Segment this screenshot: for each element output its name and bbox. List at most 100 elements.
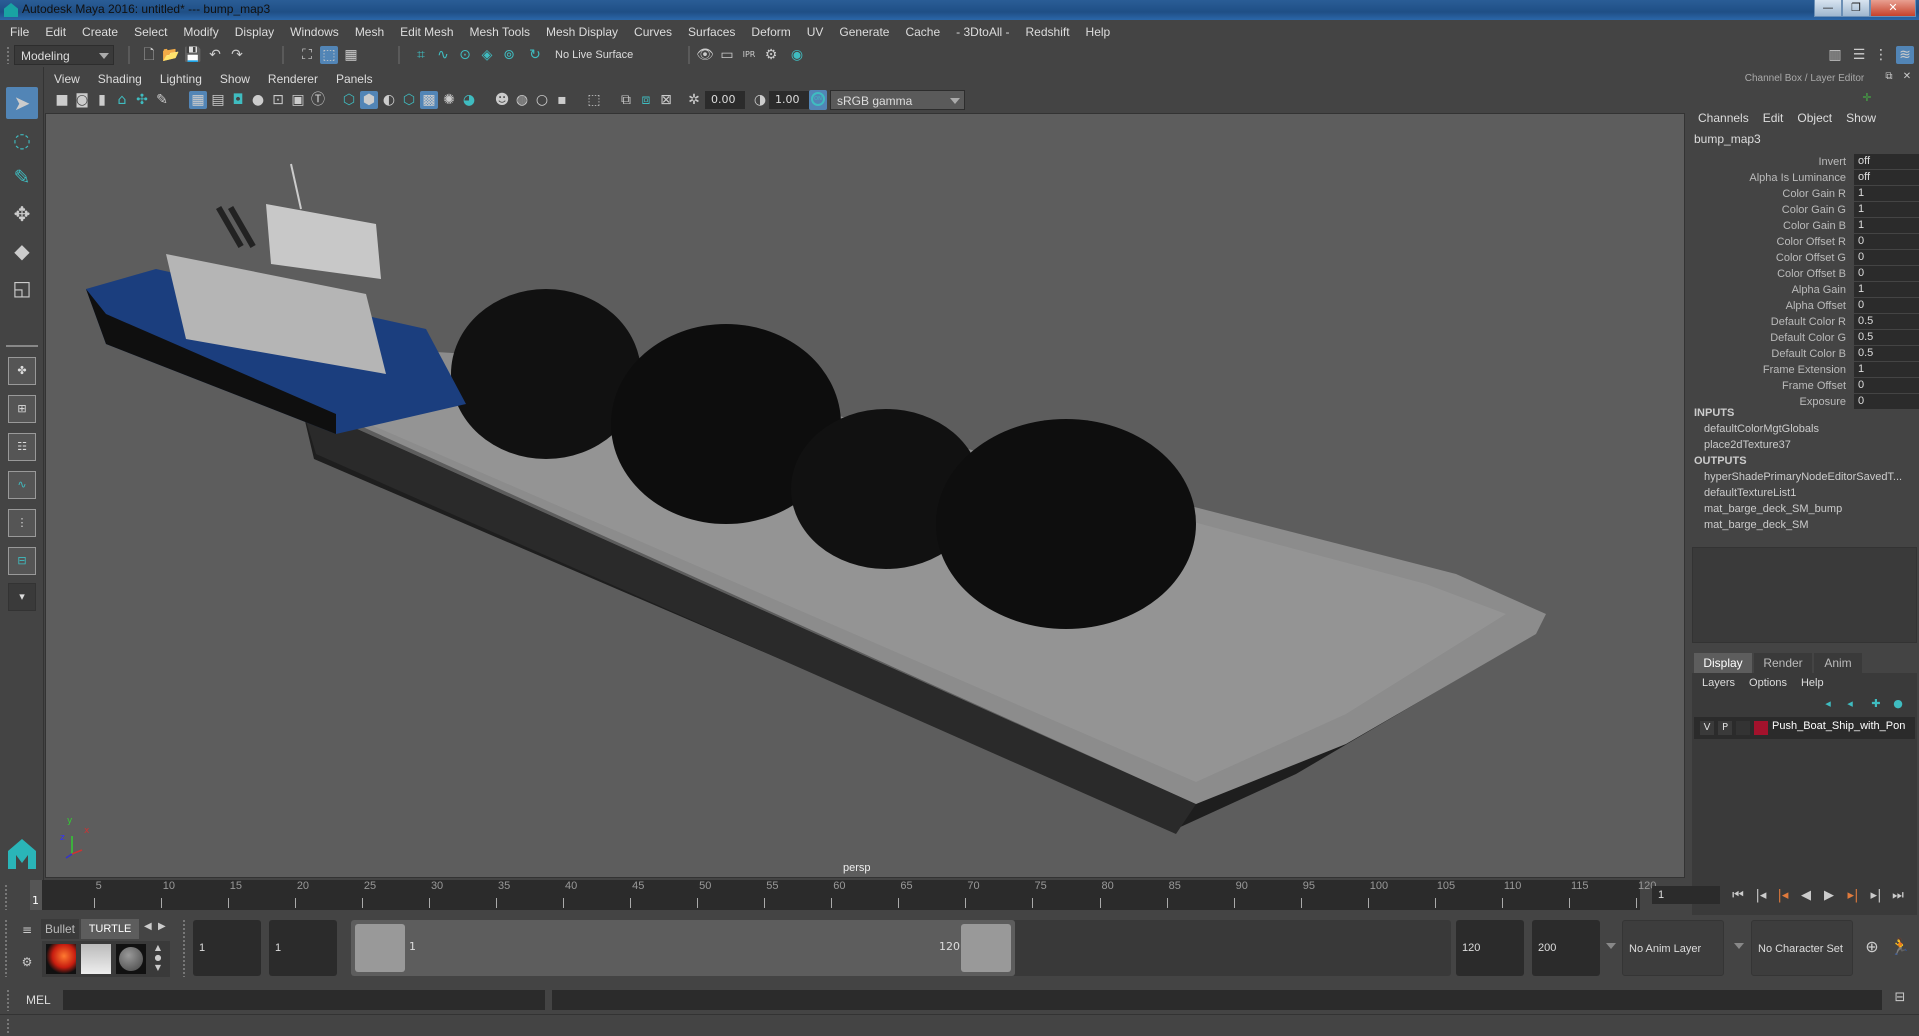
turtle-render-shelf-button[interactable] xyxy=(46,944,76,974)
new-layer-selected-icon[interactable]: ● xyxy=(1890,695,1906,711)
grip-handle[interactable] xyxy=(4,919,8,977)
go-to-end-icon[interactable]: ⏭ xyxy=(1889,887,1907,905)
close-button[interactable]: ✕ xyxy=(1870,0,1916,17)
script-editor-icon[interactable]: ⊟ xyxy=(1890,990,1910,1010)
tool-settings-icon[interactable]: ⋮ xyxy=(1872,46,1890,64)
menu-surfaces[interactable]: Surfaces xyxy=(680,21,743,43)
grip-handle[interactable] xyxy=(6,1018,10,1034)
safe-title-icon[interactable]: Ⓣ xyxy=(309,91,327,109)
attribute-value[interactable]: off xyxy=(1854,170,1919,185)
menu-file[interactable]: File xyxy=(0,21,37,43)
playback-start-field[interactable]: 1 xyxy=(269,920,337,976)
output-node[interactable]: defaultTextureList1 xyxy=(1704,487,1796,499)
grip-handle[interactable] xyxy=(6,46,10,64)
layer-color-swatch[interactable] xyxy=(1754,721,1768,735)
attribute-value[interactable]: 0.5 xyxy=(1854,346,1919,361)
attribute-row[interactable]: Color Offset R 0 xyxy=(1690,234,1919,250)
attribute-label[interactable]: Exposure xyxy=(1800,394,1846,410)
output-node[interactable]: mat_barge_deck_SM xyxy=(1704,519,1809,531)
single-pane-layout-button[interactable]: ✤ xyxy=(8,357,36,385)
new-scene-icon[interactable]: 🗋 xyxy=(140,46,158,64)
step-forward-frame-icon[interactable]: ▸| xyxy=(1867,887,1885,905)
attribute-value[interactable]: 1 xyxy=(1854,218,1919,233)
command-language-label[interactable]: MEL xyxy=(26,993,51,1007)
grease-pencil-icon[interactable]: ✎ xyxy=(153,91,171,109)
render-settings-icon[interactable]: ⚙ xyxy=(762,46,780,64)
attribute-row[interactable]: Alpha Gain 1 xyxy=(1690,282,1919,298)
float-panel-icon[interactable]: ⧉ xyxy=(1882,70,1896,84)
command-input[interactable] xyxy=(63,990,545,1010)
playback-end-field[interactable]: 120 xyxy=(1456,920,1524,976)
auto-key-icon[interactable]: ⊕ xyxy=(1862,937,1882,957)
range-end-handle[interactable] xyxy=(961,924,1011,972)
attribute-value[interactable]: 1 xyxy=(1854,202,1919,217)
layer-name[interactable]: Push_Boat_Ship_with_Pon xyxy=(1772,720,1905,732)
attribute-row[interactable]: Default Color B 0.5 xyxy=(1690,346,1919,362)
attribute-label[interactable]: Color Gain R xyxy=(1782,186,1846,202)
tab-display[interactable]: Display xyxy=(1694,653,1752,673)
attribute-value[interactable]: 0.5 xyxy=(1854,314,1919,329)
object-menu[interactable]: Object xyxy=(1797,111,1832,125)
attribute-label[interactable]: Alpha Is Luminance xyxy=(1749,170,1846,186)
bookmark-icon[interactable]: ▮ xyxy=(93,91,111,109)
snap-live-icon[interactable]: ⊚ xyxy=(500,46,518,64)
shelf-scroll-left-icon[interactable]: ◀ xyxy=(144,921,152,932)
attribute-row[interactable]: Color Gain B 1 xyxy=(1690,218,1919,234)
film-gate-icon[interactable]: ▤ xyxy=(209,91,227,109)
go-to-start-icon[interactable]: ⏮ xyxy=(1729,887,1747,905)
modeling-toolkit-icon[interactable]: ▥ xyxy=(1826,46,1844,64)
attribute-label[interactable]: Color Offset R xyxy=(1777,234,1847,250)
exposure-field[interactable]: 0.00 xyxy=(705,91,745,109)
select-hierarchy-icon[interactable]: ⛶ xyxy=(298,46,316,64)
menu-deform[interactable]: Deform xyxy=(743,21,798,43)
snap-view-plane-icon[interactable]: ◈ xyxy=(478,46,496,64)
animation-end-field[interactable]: 200 xyxy=(1532,920,1600,976)
wireframe-on-shaded-icon[interactable]: ⬡ xyxy=(400,91,418,109)
menu-generate[interactable]: Generate xyxy=(831,21,897,43)
smooth-shade-icon[interactable]: ⬢ xyxy=(360,91,378,109)
undo-icon[interactable]: ↶ xyxy=(206,46,224,64)
attribute-label[interactable]: Color Gain G xyxy=(1782,202,1846,218)
step-back-frame-icon[interactable]: |◂ xyxy=(1752,887,1770,905)
hypershade-layout-button[interactable]: ⋮ xyxy=(8,509,36,537)
anim-layer-dropdown[interactable]: No Anim Layer xyxy=(1622,920,1724,976)
layers-menu[interactable]: Layers xyxy=(1702,677,1735,689)
exposure-icon[interactable]: ✲ xyxy=(685,91,703,109)
move-layer-down-icon[interactable]: ◂ xyxy=(1842,695,1858,711)
play-forward-icon[interactable]: ▶ xyxy=(1820,887,1838,905)
menu-uv[interactable]: UV xyxy=(799,21,832,43)
select-tool-icon[interactable]: ➤ xyxy=(6,87,38,119)
open-scene-icon[interactable]: 📂 xyxy=(162,46,180,64)
attribute-value[interactable]: 1 xyxy=(1854,186,1919,201)
panel-menu-renderer[interactable]: Renderer xyxy=(259,70,327,88)
move-tool-icon[interactable]: ✥ xyxy=(6,198,38,230)
attribute-row[interactable]: Frame Extension 1 xyxy=(1690,362,1919,378)
minimize-button[interactable]: — xyxy=(1814,0,1842,17)
attribute-row[interactable]: Default Color G 0.5 xyxy=(1690,330,1919,346)
four-pane-layout-button[interactable]: ⊞ xyxy=(8,395,36,423)
animation-start-field[interactable]: 1 xyxy=(193,920,261,976)
field-chart-icon[interactable]: ⊡ xyxy=(269,91,287,109)
scale-tool-icon[interactable]: ◱ xyxy=(6,272,38,304)
grip-handle[interactable] xyxy=(182,919,186,977)
color-management-toggle[interactable]: ON xyxy=(809,90,827,110)
show-menu[interactable]: Show xyxy=(1846,111,1876,125)
menu-edit-mesh[interactable]: Edit Mesh xyxy=(392,21,461,43)
menu-create[interactable]: Create xyxy=(74,21,126,43)
attribute-row[interactable]: Frame Offset 0 xyxy=(1690,378,1919,394)
attribute-value[interactable]: 0 xyxy=(1854,298,1919,313)
move-layer-up-icon[interactable]: ◂ xyxy=(1820,695,1836,711)
paint-select-tool-icon[interactable]: ✎ xyxy=(6,161,38,193)
attribute-row[interactable]: Invert off xyxy=(1690,154,1919,170)
more-layouts-button[interactable]: ▾ xyxy=(8,583,36,611)
save-scene-icon[interactable]: 💾 xyxy=(184,46,202,64)
xray-icon[interactable]: ☻ xyxy=(493,91,511,109)
step-back-key-icon[interactable]: |◂ xyxy=(1774,887,1792,905)
shelf-menu-icon[interactable]: ≡ xyxy=(18,923,36,941)
snap-grid-icon[interactable]: ⌗ xyxy=(412,46,430,64)
menu-redshift[interactable]: Redshift xyxy=(1018,21,1078,43)
redo-icon[interactable]: ↷ xyxy=(228,46,246,64)
chevron-down-icon[interactable] xyxy=(1734,943,1744,949)
gamma-icon[interactable]: ◑ xyxy=(751,91,769,109)
range-slider[interactable]: 1 120 xyxy=(351,920,1451,976)
